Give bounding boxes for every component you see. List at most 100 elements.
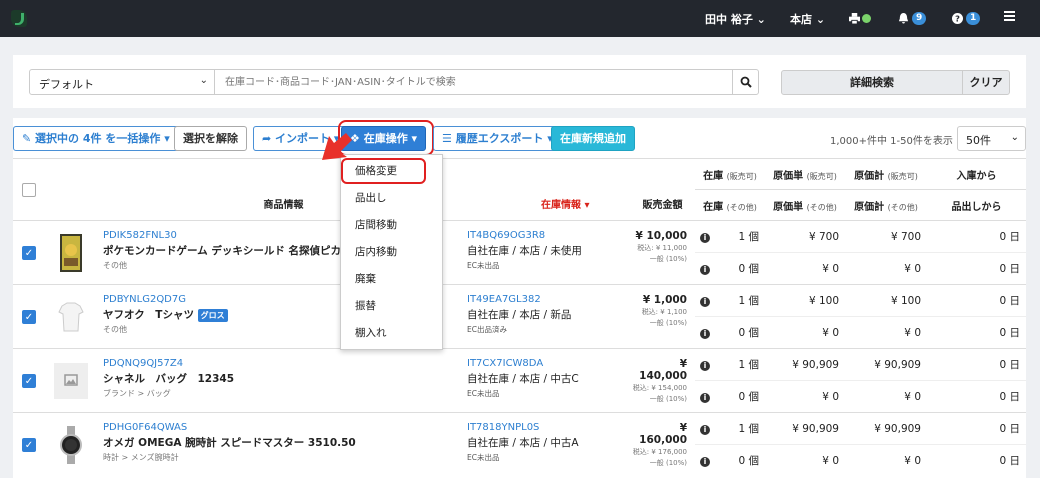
chevron-down-icon: ⌄ bbox=[199, 75, 208, 86]
info-icon[interactable]: i bbox=[700, 297, 710, 307]
stock-info-cell: IT7818YNPL0S 自社在庫 / 本店 / 中古A EC未出品 bbox=[467, 412, 630, 477]
stock-other-header[interactable]: 在庫 (その他) bbox=[695, 189, 765, 221]
help-badge: 1 bbox=[966, 11, 981, 25]
stock-sellable: 1 個 bbox=[715, 220, 765, 253]
pointer-arrow-icon bbox=[322, 133, 352, 160]
cost-total-sellable: ¥ 100 bbox=[845, 284, 927, 317]
select-all-cell bbox=[13, 158, 48, 221]
product-thumbnail[interactable] bbox=[54, 296, 88, 338]
table-row[interactable]: ✓ PDIK582FNL30 ポケモンカードゲーム デッキシールド 名探偵ピカチ… bbox=[13, 220, 1026, 285]
sale-price: ¥ 160,000 bbox=[639, 422, 687, 446]
table-row[interactable]: ✓ PDHG0F64QWAS オメガ OMEGA 腕時計 スピードマスター 35… bbox=[13, 412, 1026, 477]
menu-item-ship[interactable]: 品出し bbox=[341, 185, 442, 212]
thumb-cell bbox=[48, 348, 100, 413]
stock-sellable: 1 個 bbox=[715, 412, 765, 445]
info-cell: i bbox=[695, 380, 715, 413]
hamburger-menu-button[interactable] bbox=[1004, 11, 1015, 24]
detail-search-button[interactable]: 詳細検索 bbox=[781, 70, 963, 95]
row-checkbox[interactable]: ✓ bbox=[22, 437, 36, 452]
days-since-shipped: 0 日 bbox=[927, 380, 1026, 413]
cost-total-sellable-header[interactable]: 原価計 (販売可) bbox=[845, 158, 927, 190]
preset-value: デフォルト bbox=[39, 78, 94, 91]
product-code-link[interactable]: PDQNQ9QJ57Z4 bbox=[103, 358, 467, 369]
clear-button[interactable]: クリア bbox=[962, 70, 1010, 95]
table-row[interactable]: ✓ PDQNQ9QJ57Z4 シャネル バッグ 12345 ブランド > バッグ… bbox=[13, 348, 1026, 413]
preset-select[interactable]: デフォルト ⌄ bbox=[29, 69, 215, 95]
sale-price: ¥ 1,000 bbox=[642, 294, 687, 306]
tax-category: 一般 (10%) bbox=[649, 319, 687, 327]
sort-desc-icon: ▾ bbox=[584, 200, 590, 211]
thumb-cell bbox=[48, 412, 100, 477]
svg-text:?: ? bbox=[955, 13, 960, 23]
tax-included-price: 税込: ¥ 176,000 bbox=[632, 448, 687, 456]
notifications-button[interactable]: 9 bbox=[898, 11, 927, 25]
sale-price-header[interactable]: 販売金額 bbox=[630, 158, 695, 221]
status-dot bbox=[862, 13, 871, 23]
days-since-received: 0 日 bbox=[927, 284, 1026, 317]
stock-code-link[interactable]: IT7818YNPL0S bbox=[467, 422, 630, 433]
select-all-checkbox[interactable] bbox=[22, 182, 36, 197]
info-icon[interactable]: i bbox=[700, 329, 710, 339]
info-icon[interactable]: i bbox=[700, 361, 710, 371]
info-icon[interactable]: i bbox=[700, 393, 710, 403]
cost-total-other-header[interactable]: 原価計 (その他) bbox=[845, 189, 927, 221]
history-export-label: 履歴エクスポート bbox=[455, 132, 544, 145]
new-stock-button[interactable]: 在庫新規追加 bbox=[551, 126, 635, 151]
row-checkbox[interactable]: ✓ bbox=[22, 373, 36, 388]
cost-unit-other-header[interactable]: 原価単 (その他) bbox=[765, 189, 845, 221]
stock-sellable: 1 個 bbox=[715, 348, 765, 381]
cost-unit-sellable-header[interactable]: 原価単 (販売可) bbox=[765, 158, 845, 190]
thumb-cell bbox=[48, 284, 100, 349]
stock-code-link[interactable]: IT49EA7GL382 bbox=[467, 294, 630, 305]
product-thumbnail[interactable] bbox=[54, 360, 88, 402]
info-icon[interactable]: i bbox=[700, 425, 710, 435]
stock-info-cell: IT7CX7ICW8DA 自社在庫 / 本店 / 中古C EC未出品 bbox=[467, 348, 630, 413]
app-logo[interactable] bbox=[11, 10, 27, 27]
deselect-button[interactable]: 選択を解除 bbox=[174, 126, 247, 151]
menu-item-in-store-move[interactable]: 店内移動 bbox=[341, 239, 442, 266]
help-button[interactable]: ? 1 bbox=[952, 11, 981, 25]
info-cell: i bbox=[695, 412, 715, 445]
store-menu[interactable]: 本店 ⌄ bbox=[790, 11, 825, 27]
chevron-down-icon: ⌄ bbox=[1010, 132, 1019, 143]
tax-category: 一般 (10%) bbox=[649, 459, 687, 467]
history-export-button[interactable]: ☰ 履歴エクスポート ▾ bbox=[433, 126, 562, 151]
menu-item-store-transfer[interactable]: 店間移動 bbox=[341, 212, 442, 239]
cost-unit-other: ¥ 0 bbox=[765, 380, 845, 413]
row-checkbox[interactable]: ✓ bbox=[22, 245, 36, 260]
info-icon[interactable]: i bbox=[700, 457, 710, 468]
search-input[interactable] bbox=[215, 69, 733, 95]
price-cell: ¥ 160,000 税込: ¥ 176,000 一般 (10%) bbox=[630, 412, 695, 477]
printer-status[interactable] bbox=[849, 11, 871, 24]
row-check-cell: ✓ bbox=[13, 348, 48, 413]
stock-sellable-header[interactable]: 在庫 (販売可) bbox=[695, 158, 765, 190]
search-button[interactable] bbox=[732, 69, 759, 95]
stock-code-link[interactable]: IT7CX7ICW8DA bbox=[467, 358, 630, 369]
stock-code-link[interactable]: IT4BQ69OG3R8 bbox=[467, 230, 630, 241]
per-page-select[interactable]: 50件 ⌄ bbox=[957, 126, 1026, 151]
product-thumbnail[interactable] bbox=[54, 424, 88, 466]
days-since-shipped: 0 日 bbox=[927, 316, 1026, 349]
thumb-cell bbox=[48, 220, 100, 285]
price-cell: ¥ 140,000 税込: ¥ 154,000 一般 (10%) bbox=[630, 348, 695, 413]
menu-item-shelve[interactable]: 棚入れ bbox=[341, 320, 442, 347]
price-cell: ¥ 1,000 税込: ¥ 1,100 一般 (10%) bbox=[630, 284, 695, 349]
product-thumbnail[interactable] bbox=[54, 232, 88, 274]
info-icon[interactable]: i bbox=[700, 233, 710, 243]
user-menu[interactable]: 田中 裕子 ⌄ bbox=[705, 11, 766, 27]
menu-item-transfer[interactable]: 振替 bbox=[341, 293, 442, 320]
bulk-action-button[interactable]: ✎ 選択中の 4件 を一括操作 ▾ bbox=[13, 126, 179, 151]
info-icon[interactable]: i bbox=[700, 265, 710, 275]
product-code-link[interactable]: PDHG0F64QWAS bbox=[103, 422, 467, 433]
tax-included-price: 税込: ¥ 1,100 bbox=[641, 308, 687, 316]
table-row[interactable]: ✓ PDBYNLG2QD7G ヤフオク Tシャツ グロス その他 IT49EA7… bbox=[13, 284, 1026, 349]
row-checkbox[interactable]: ✓ bbox=[22, 309, 36, 324]
row-check-cell: ✓ bbox=[13, 220, 48, 285]
inventory-table: 商品情報 在庫情報 ▾ 販売金額 在庫 (販売可) 原価単 (販売可) 原価計 … bbox=[13, 158, 1026, 477]
notification-badge: 9 bbox=[912, 11, 927, 25]
shipped-from-header[interactable]: 品出しから bbox=[927, 189, 1026, 221]
menu-item-dispose[interactable]: 廃棄 bbox=[341, 266, 442, 293]
tag-badge: グロス bbox=[197, 309, 228, 322]
received-from-header[interactable]: 入庫から bbox=[927, 158, 1026, 190]
stock-info-header[interactable]: 在庫情報 ▾ bbox=[467, 158, 630, 221]
